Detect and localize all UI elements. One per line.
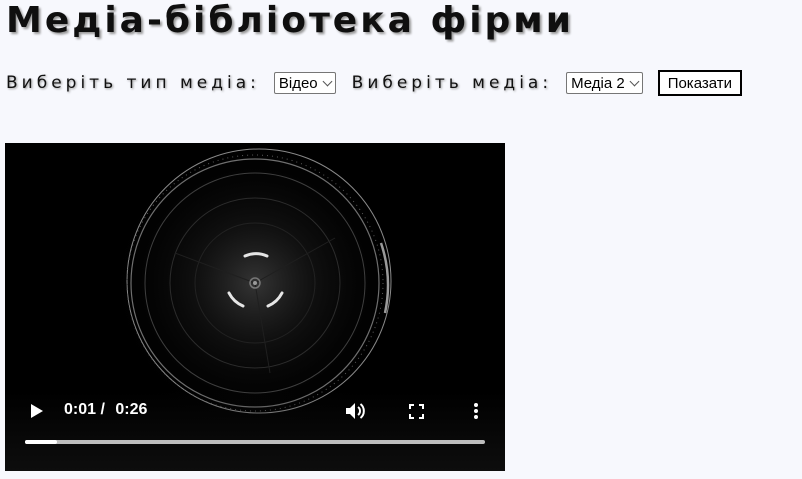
page: Медіа-бібліотека фірми Виберіть тип меді… xyxy=(0,0,802,479)
media-type-select[interactable]: Відео xyxy=(273,72,336,94)
chevron-down-icon xyxy=(629,76,640,86)
video-player[interactable]: 0:01 / 0:26 xyxy=(5,143,505,471)
media-type-select-value: Відео xyxy=(278,74,318,92)
video-progress-fill xyxy=(25,440,58,444)
video-time-display: 0:01 / 0:26 xyxy=(64,401,147,419)
current-time: 0:01 xyxy=(64,401,97,418)
media-select[interactable]: Медіа 2 xyxy=(566,72,643,94)
media-select-label: Виберіть медіа: xyxy=(351,73,553,93)
time-separator: / xyxy=(100,401,105,418)
play-icon[interactable] xyxy=(31,404,43,418)
media-type-label: Виберіть тип медіа: xyxy=(6,73,260,93)
more-options-icon[interactable] xyxy=(471,402,481,420)
chevron-down-icon xyxy=(322,76,333,86)
video-progress-bar[interactable] xyxy=(25,440,485,444)
show-button[interactable]: Показати xyxy=(657,70,743,96)
volume-icon[interactable] xyxy=(345,402,367,420)
duration: 0:26 xyxy=(115,401,148,418)
media-select-value: Медіа 2 xyxy=(571,74,625,92)
fullscreen-icon[interactable] xyxy=(409,404,424,419)
media-controls: Виберіть тип медіа: Відео Виберіть медіа… xyxy=(6,70,743,96)
page-title: Медіа-бібліотека фірми xyxy=(6,0,574,41)
